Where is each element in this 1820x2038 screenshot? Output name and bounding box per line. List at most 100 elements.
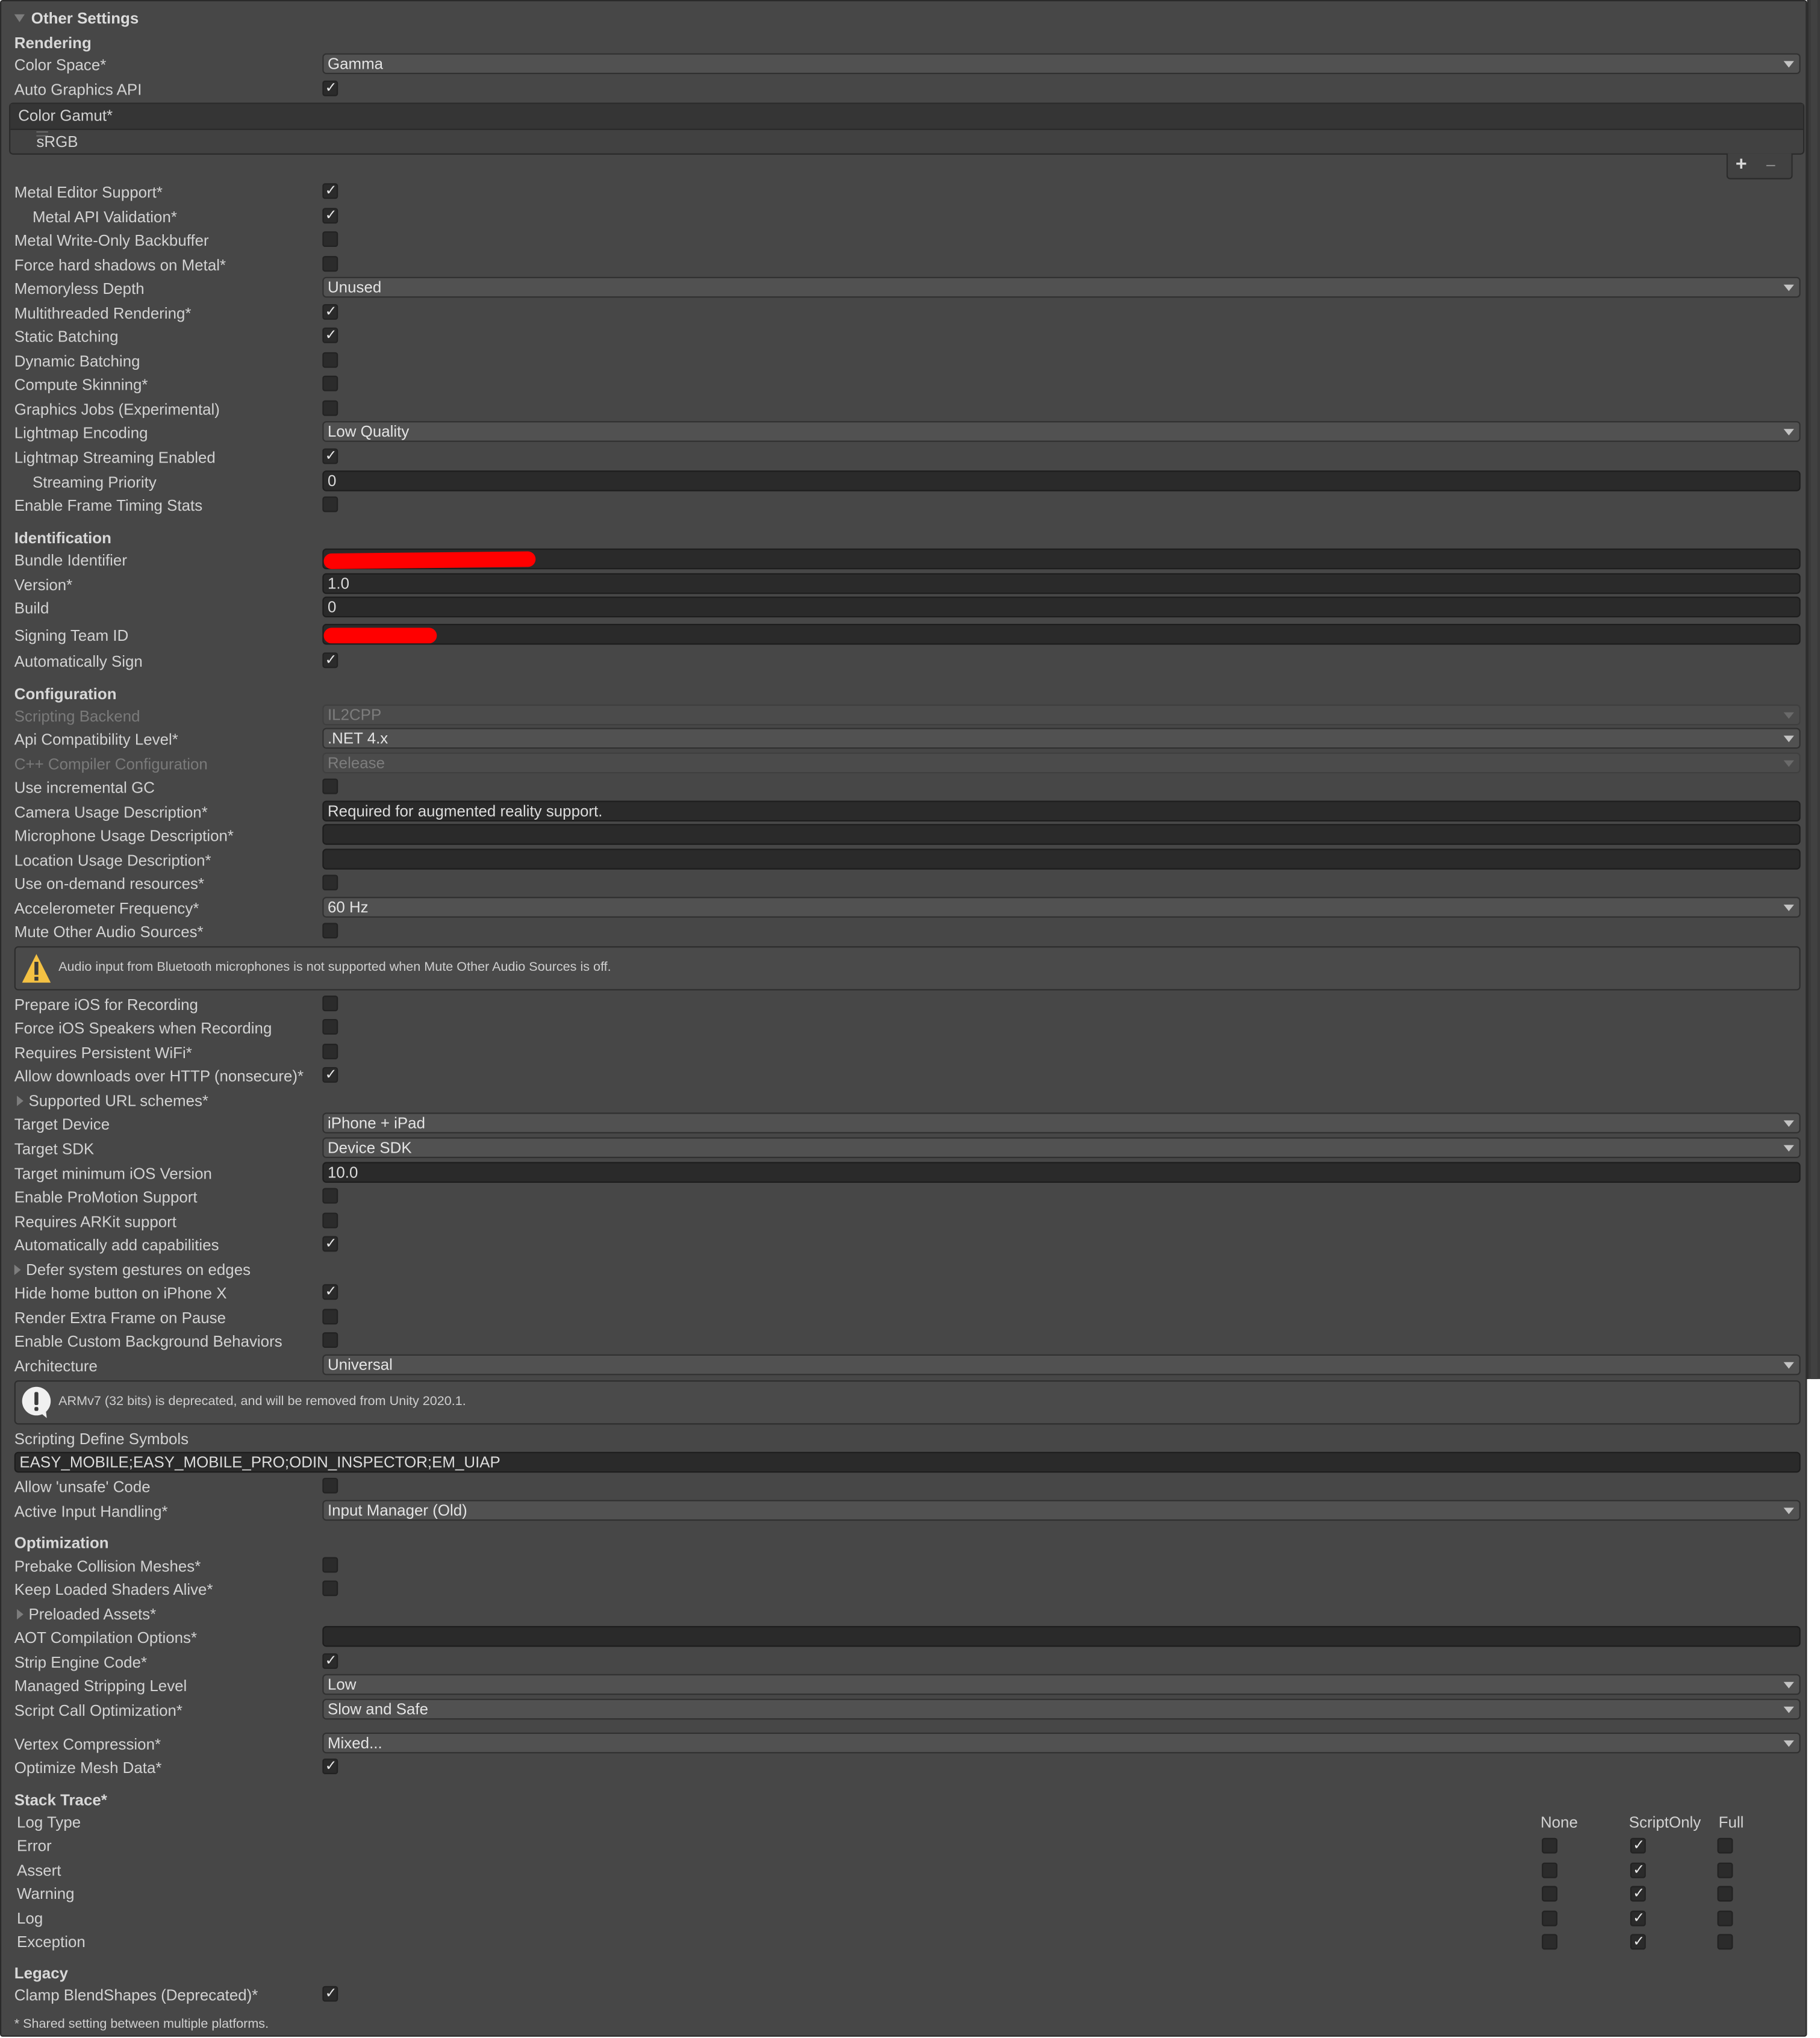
stack-trace-none-checkbox[interactable]: [1542, 1910, 1558, 1926]
stack-trace-none-checkbox[interactable]: [1542, 1837, 1558, 1854]
mute-audio-label: Mute Other Audio Sources*: [14, 923, 204, 941]
hide-home-button-checkbox[interactable]: ✓: [322, 1284, 338, 1300]
api-compat-dropdown[interactable]: .NET 4.x: [322, 728, 1801, 749]
color-space-dropdown[interactable]: Gamma: [322, 53, 1801, 75]
requires-arkit-checkbox[interactable]: [322, 1212, 338, 1229]
target-sdk-dropdown[interactable]: Device SDK: [322, 1137, 1801, 1158]
color-gamut-item[interactable]: sRGB: [10, 130, 1803, 155]
preloaded-assets-foldout[interactable]: Preloaded Assets*: [17, 1603, 156, 1626]
signing-team-field[interactable]: [322, 623, 1801, 645]
stack-trace-script-only-checkbox[interactable]: ✓: [1630, 1910, 1646, 1926]
lightmap-streaming-checkbox[interactable]: ✓: [322, 448, 338, 464]
preloaded-assets-row: Preloaded Assets*: [14, 1603, 1803, 1626]
managed-stripping-label: Managed Stripping Level: [14, 1677, 187, 1695]
requires-arkit-label: Requires ARKit support: [14, 1212, 176, 1231]
streaming-priority-field[interactable]: 0: [322, 470, 1801, 491]
architecture-label: Architecture: [14, 1357, 98, 1376]
persistent-wifi-label: Requires Persistent WiFi*: [14, 1044, 192, 1062]
render-extra-frame-checkbox[interactable]: [322, 1309, 338, 1325]
graphics-jobs-checkbox[interactable]: [322, 400, 338, 416]
microphone-usage-field[interactable]: [322, 824, 1801, 845]
chevron-down-icon: [1783, 1706, 1794, 1713]
stack-trace-full-checkbox[interactable]: [1717, 1886, 1733, 1902]
location-usage-field[interactable]: [322, 849, 1801, 870]
automatically-sign-checkbox[interactable]: ✓: [322, 652, 338, 668]
frame-timing-checkbox[interactable]: [322, 496, 338, 513]
memoryless-depth-dropdown[interactable]: Unused: [322, 276, 1801, 298]
version-field[interactable]: 1.0: [322, 573, 1801, 594]
force-hard-shadows-checkbox[interactable]: [322, 256, 338, 272]
architecture-dropdown[interactable]: Universal: [322, 1354, 1801, 1376]
allow-unsafe-checkbox[interactable]: [322, 1477, 338, 1494]
plus-icon[interactable]: +: [1736, 154, 1747, 177]
allow-http-checkbox[interactable]: ✓: [322, 1067, 338, 1083]
scripting-backend-row: Scripting Backend IL2CPP: [14, 704, 1803, 728]
keep-shaders-checkbox[interactable]: [322, 1580, 338, 1597]
strip-engine-checkbox[interactable]: ✓: [322, 1653, 338, 1669]
stack-trace-script-only-checkbox[interactable]: ✓: [1630, 1862, 1646, 1878]
aot-options-field[interactable]: [322, 1625, 1801, 1647]
min-ios-version-row: Target minimum iOS Version 10.0: [14, 1162, 1803, 1185]
scripting-backend-label: Scripting Backend: [14, 707, 140, 726]
metal-editor-support-checkbox[interactable]: ✓: [322, 183, 338, 199]
audio-warning-box: Audio input from Bluetooth microphones i…: [14, 946, 1801, 991]
vertex-compression-dropdown[interactable]: Mixed...: [322, 1732, 1801, 1754]
metal-api-validation-checkbox[interactable]: ✓: [322, 208, 338, 224]
define-symbols-field[interactable]: EASY_MOBILE;EASY_MOBILE_PRO;ODIN_INSPECT…: [14, 1451, 1801, 1473]
multithreaded-rendering-checkbox[interactable]: ✓: [322, 304, 338, 320]
target-device-dropdown[interactable]: iPhone + iPad: [322, 1112, 1801, 1133]
clamp-blendshapes-checkbox[interactable]: ✓: [322, 1986, 338, 2002]
stack-trace-full-checkbox[interactable]: [1717, 1934, 1733, 1950]
prebake-collision-checkbox[interactable]: [322, 1557, 338, 1573]
mute-audio-checkbox[interactable]: [322, 923, 338, 939]
custom-background-row: Enable Custom Background Behaviors: [14, 1330, 1803, 1353]
stack-trace-script-only-checkbox[interactable]: ✓: [1630, 1886, 1646, 1902]
promotion-label: Enable ProMotion Support: [14, 1188, 198, 1206]
build-field[interactable]: 0: [322, 596, 1801, 618]
stack-trace-full-checkbox[interactable]: [1717, 1910, 1733, 1926]
stack-trace-none-checkbox[interactable]: [1542, 1862, 1558, 1878]
static-batching-row: Static Batching ✓: [14, 325, 1803, 349]
minus-icon[interactable]: −: [1765, 154, 1776, 177]
managed-stripping-dropdown[interactable]: Low: [322, 1674, 1801, 1695]
stack-trace-script-only-checkbox[interactable]: ✓: [1630, 1934, 1646, 1950]
chevron-down-icon: [1783, 429, 1794, 435]
active-input-row: Active Input Handling* Input Manager (Ol…: [14, 1500, 1803, 1524]
url-schemes-foldout[interactable]: Supported URL schemes*: [17, 1089, 208, 1113]
optimize-mesh-checkbox[interactable]: ✓: [322, 1759, 338, 1774]
compute-skinning-checkbox[interactable]: [322, 375, 338, 391]
script-call-opt-dropdown[interactable]: Slow and Safe: [322, 1698, 1801, 1720]
stack-trace-none-checkbox[interactable]: [1542, 1934, 1558, 1950]
signing-team-label: Signing Team ID: [14, 626, 129, 645]
stack-trace-row-label: Error: [17, 1836, 52, 1855]
stack-trace-full-checkbox[interactable]: [1717, 1862, 1733, 1878]
custom-background-checkbox[interactable]: [322, 1332, 338, 1348]
incremental-gc-checkbox[interactable]: [322, 778, 338, 794]
defer-gestures-foldout[interactable]: Defer system gestures on edges: [14, 1258, 251, 1282]
checkmark-icon: ✓: [1633, 1934, 1645, 1950]
scrollbar[interactable]: [1807, 0, 1820, 1379]
accelerometer-dropdown[interactable]: 60 Hz: [322, 897, 1801, 918]
metal-editor-support-label: Metal Editor Support*: [14, 183, 163, 202]
dynamic-batching-checkbox[interactable]: [322, 352, 338, 368]
stack-trace-script-only-checkbox[interactable]: ✓: [1630, 1837, 1646, 1854]
stack-trace-none-checkbox[interactable]: [1542, 1886, 1558, 1902]
stack-trace-full-checkbox[interactable]: [1717, 1837, 1733, 1854]
static-batching-checkbox[interactable]: ✓: [322, 327, 338, 343]
min-ios-version-field[interactable]: 10.0: [322, 1162, 1801, 1183]
on-demand-resources-checkbox[interactable]: [322, 874, 338, 891]
other-settings-foldout[interactable]: Other Settings: [14, 7, 139, 30]
force-ios-speakers-checkbox[interactable]: [322, 1019, 338, 1035]
persistent-wifi-checkbox[interactable]: [322, 1044, 338, 1059]
prepare-ios-recording-checkbox[interactable]: [322, 996, 338, 1012]
lightmap-encoding-dropdown[interactable]: Low Quality: [322, 421, 1801, 442]
promotion-checkbox[interactable]: [322, 1188, 338, 1204]
metal-write-only-checkbox[interactable]: [322, 231, 338, 248]
auto-capabilities-checkbox[interactable]: ✓: [322, 1236, 338, 1252]
active-input-dropdown[interactable]: Input Manager (Old): [322, 1500, 1801, 1521]
scrollbar-thumb[interactable]: [1810, 0, 1818, 1379]
auto-graphics-api-checkbox[interactable]: ✓: [322, 80, 338, 96]
bundle-identifier-field[interactable]: [322, 548, 1801, 570]
camera-usage-field[interactable]: Required for augmented reality support.: [322, 800, 1801, 821]
rendering-heading: Rendering: [14, 34, 92, 52]
